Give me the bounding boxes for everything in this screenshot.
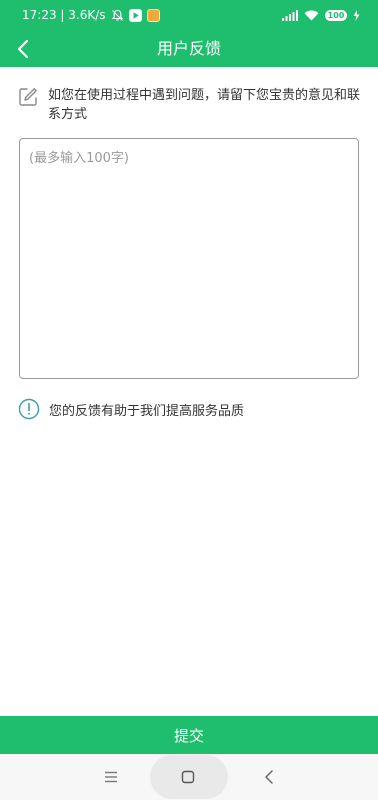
- app-notification-icon: [146, 8, 160, 22]
- back-button[interactable]: [8, 34, 38, 64]
- feedback-note: 您的反馈有助于我们提高服务品质: [18, 398, 244, 420]
- page-title: 用户反馈: [156, 39, 221, 58]
- back-chevron-icon: [17, 39, 29, 59]
- status-bar-right: 100: [282, 9, 360, 21]
- status-time-speed: 17:23 | 3.6K/s: [22, 8, 106, 22]
- system-nav-bar: [0, 754, 378, 800]
- info-icon: [18, 398, 40, 420]
- charging-icon: [353, 9, 360, 21]
- battery-icon: 100: [325, 9, 347, 21]
- edit-icon: [19, 88, 37, 106]
- status-bar: 17:23 | 3.6K/s 100: [0, 0, 378, 30]
- app-bar: 用户反馈: [0, 30, 378, 67]
- hint-text: 如您在使用过程中遇到问题，请留下您宝贵的意见和联系方式: [48, 88, 361, 122]
- home-icon: [181, 770, 195, 784]
- submit-button[interactable]: 提交: [0, 716, 378, 754]
- menu-icon[interactable]: [103, 769, 119, 785]
- note-text: 您的反馈有助于我们提高服务品质: [49, 403, 245, 419]
- video-app-icon: [128, 8, 142, 22]
- submit-label: 提交: [173, 726, 204, 745]
- status-bar-left: 17:23 | 3.6K/s: [22, 8, 160, 22]
- battery-level: 100: [327, 10, 345, 20]
- feedback-hint: 如您在使用过程中遇到问题，请留下您宝贵的意见和联系方式: [18, 86, 363, 124]
- system-back-icon[interactable]: [262, 769, 276, 785]
- wifi-icon: [304, 10, 319, 20]
- signal-icon: [282, 9, 298, 21]
- feedback-input[interactable]: [19, 138, 359, 379]
- mute-bell-icon: [111, 9, 123, 21]
